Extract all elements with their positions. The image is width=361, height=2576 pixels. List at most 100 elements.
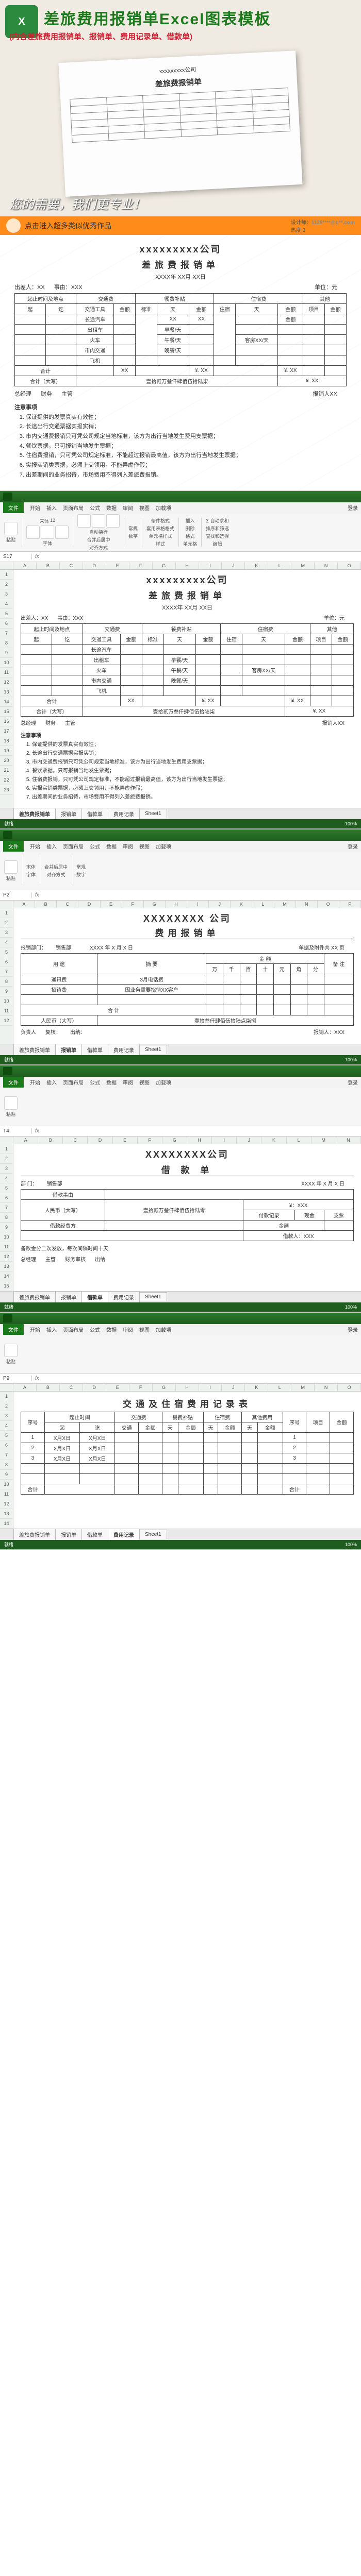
note-item: 实报实销类票据，必须上交领用，不能弄虚作假； — [26, 461, 347, 470]
expense-table[interactable]: 起止时间及地点交通费餐费补贴住宿费其他 起讫交通工具金额标准天金额住宿天金额项目… — [21, 623, 354, 717]
excel-icon — [3, 493, 12, 501]
find-button[interactable]: 查找和选择 — [206, 533, 229, 539]
format-button[interactable]: 格式 — [186, 533, 195, 539]
loan-note: 备款金分二次发放，每次间隔时间十天 — [21, 1244, 354, 1252]
form-title: 差旅费报销单 — [14, 258, 347, 270]
menu-item[interactable]: 视图 — [139, 504, 150, 512]
menu-item[interactable]: 加载项 — [156, 504, 171, 512]
italic-button[interactable] — [41, 526, 54, 539]
table-format-button[interactable]: 套用表格格式 — [146, 525, 174, 532]
form-title: 费用报销单 — [21, 926, 354, 940]
note-item: 住宿费报销，只可凭公司规定标准，不能超过报销最高值，该方为出行当地发生票据； — [26, 451, 347, 461]
notes-title: 注意事项 — [14, 403, 347, 413]
sign-fin: 财务 — [41, 389, 52, 398]
wrap-button[interactable]: 自动换行 — [89, 529, 108, 535]
sign-person: 报销人XX — [313, 389, 337, 398]
note-item: 保证提供的发票真实有效性； — [26, 413, 347, 422]
pointer-icon — [6, 218, 21, 233]
status-bar: 就绪100% — [0, 819, 361, 828]
paper-mock: xxxxxxxxx公司 差旅费报销单 — [59, 50, 303, 197]
sort-button[interactable]: 排序和筛选 — [206, 525, 229, 532]
paste-button[interactable] — [4, 522, 18, 535]
menu-item[interactable]: 审阅 — [123, 504, 133, 512]
align-button[interactable] — [77, 514, 91, 528]
tab-loan[interactable]: 借款单 — [81, 808, 108, 819]
unit-label: 单位：元 — [315, 283, 337, 291]
tab-record[interactable]: 费用记录 — [108, 808, 140, 819]
paste-button[interactable] — [4, 1344, 18, 1357]
reimburse-table[interactable]: 用 途 摘 要 金 额 备 注 万千百十元角分 通讯费3月电话费 招待费因业务需… — [21, 953, 354, 1026]
cell-style-button[interactable]: 单元格样式 — [149, 533, 172, 539]
merge-button[interactable]: 合并后居中 — [87, 536, 110, 543]
insert-button[interactable]: 插入 — [186, 517, 195, 524]
menu-bar: 文件 开始 插入 页面布局 公式 数据 审阅 视图 加载项 登录 — [0, 502, 361, 514]
underline-button[interactable] — [55, 526, 69, 539]
signin-link[interactable]: 登录 — [348, 504, 358, 512]
form-title: 借 款 单 — [21, 1163, 354, 1177]
cell-ref[interactable]: S17 — [0, 554, 32, 560]
notes-block: 注意事项 保证提供的发票真实有效性； 长途出行交通票据实报实销； 市内交通费报销… — [14, 403, 347, 480]
similar-works-bar[interactable]: 点击进入超多类似优秀作品 设计师：1129****@q**.com 热度 3 — [0, 216, 361, 235]
note-item: 餐饮票据，只可报销当地发生票据； — [26, 442, 347, 451]
banner-title: 差旅费用报销单Excel图表模板 — [44, 6, 271, 29]
sign-mgr: 总经理 — [14, 389, 31, 398]
cell-ref[interactable]: T4 — [0, 1128, 32, 1134]
note-item: 长途出行交通票据实报实销； — [26, 422, 347, 432]
sign-sup: 主管 — [61, 389, 73, 398]
form-date: XXXX年 XX月 XX日 — [21, 603, 354, 612]
expense-table: 起止时间及地点 交通费 餐费补贴 住宿费 其他 起讫 交通工具金额 标准天金额 … — [14, 293, 347, 386]
loan-table[interactable]: 借款事由 人民币（大写）壹拾贰万叁仟肆佰伍拾陆零¥：XXX 付款记录现金支票 借… — [21, 1189, 354, 1241]
menu-item[interactable]: 页面布局 — [63, 504, 84, 512]
tab-reimburse[interactable]: 报销单 — [55, 808, 82, 819]
align-button[interactable] — [92, 514, 105, 528]
paste-button[interactable] — [4, 1096, 18, 1110]
similar-works-text: 点击进入超多类似优秀作品 — [25, 221, 111, 231]
excel-window-1: 文件 开始 插入 页面布局 公式 数据 审阅 视图 加载项 登录 粘贴 宋体12… — [0, 490, 361, 829]
reason-label: 事由：XXX — [54, 283, 83, 291]
note-item: 出差期间的业务招待，市场费用不得列入差旅费报销。 — [26, 470, 347, 480]
excel-window-4: 文件 开始插入页面布局公式数据审阅视图加载项 登录 粘贴 P9fx ABCDEF… — [0, 1312, 361, 1550]
font-select[interactable]: 宋体 — [40, 518, 49, 524]
menu-item[interactable]: 插入 — [46, 504, 57, 512]
form-title: 差旅费报销单 — [21, 588, 354, 601]
fx-icon[interactable]: fx — [32, 554, 42, 560]
delete-button[interactable]: 删除 — [186, 525, 195, 532]
excel-window-2: 文件 开始插入页面布局公式数据审阅视图加载项 登录 粘贴 宋体字体 合并后居中对… — [0, 829, 361, 1065]
record-table[interactable]: 序号 起止时间 交通费 餐费补贴 住宿费 其他费用 序号 项目 金额 起讫 交通… — [21, 1412, 354, 1495]
excel-icon — [3, 831, 12, 839]
designer-info: 设计师：1129****@q**.com 热度 3 — [291, 218, 355, 233]
cell-ref[interactable]: P2 — [0, 892, 32, 898]
company-name: XXXXXXXX 公司 — [21, 911, 354, 925]
tab-travel[interactable]: 差旅费报销单 — [13, 808, 56, 819]
cond-format-button[interactable]: 条件格式 — [151, 517, 170, 524]
ribbon: 粘贴 宋体12字体 自动换行合并后居中对齐方式 常规数字 条件格式套用表格格式单… — [0, 514, 361, 552]
excel-icon — [3, 1314, 12, 1323]
banner-subtitle: (内含差旅费用报销单、报销单、费用记录单、借款单) — [9, 31, 192, 42]
fontsize-select[interactable]: 12 — [50, 518, 55, 524]
sheet-tabs: 差旅费报销单 报销单 借款单 费用记录 Sheet1 — [0, 808, 361, 819]
form-date: XXXX年 XX月 XX日 — [14, 273, 347, 281]
menu-item[interactable]: 开始 — [30, 504, 40, 512]
note-item: 市内交通费报销只可凭公司规定当地标准，该方为出行当地发生费用支票据； — [26, 432, 347, 442]
row-headers: 1234567891011121314151617181920212223 — [0, 570, 13, 808]
person-label: 出差人：XX — [14, 283, 45, 291]
titlebar — [0, 491, 361, 502]
autosum-button[interactable]: Σ 自动求和 — [206, 517, 229, 524]
bold-button[interactable] — [26, 526, 40, 539]
company-name: xxxxxxxxx公司 — [14, 242, 347, 256]
cell-ref[interactable]: P9 — [0, 1376, 32, 1381]
company-name: XXXXXXXX公司 — [21, 1147, 354, 1161]
paste-button[interactable] — [4, 860, 18, 874]
excel-window-3: 文件 开始插入页面布局公式数据审阅视图加载项 登录 粘贴 T4fx ABCDEF… — [0, 1065, 361, 1312]
number-format[interactable]: 常规 — [128, 525, 138, 532]
form-preview: xxxxxxxxx公司 差旅费报销单 XXXX年 XX月 XX日 出差人：XX … — [0, 235, 361, 490]
tab-sheet1[interactable]: Sheet1 — [139, 809, 167, 818]
menu-item[interactable]: 数据 — [106, 504, 117, 512]
company-name: xxxxxxxxx公司 — [21, 573, 354, 586]
slogan: 您的需要，我们更专业！ — [9, 194, 145, 212]
hero-banner: X 差旅费用报销单Excel图表模板 (内含差旅费用报销单、报销单、费用记录单、… — [0, 0, 361, 216]
menu-item[interactable]: 公式 — [90, 504, 100, 512]
excel-icon — [3, 1067, 12, 1075]
align-button[interactable] — [106, 514, 120, 528]
menu-file[interactable]: 文件 — [3, 502, 24, 513]
